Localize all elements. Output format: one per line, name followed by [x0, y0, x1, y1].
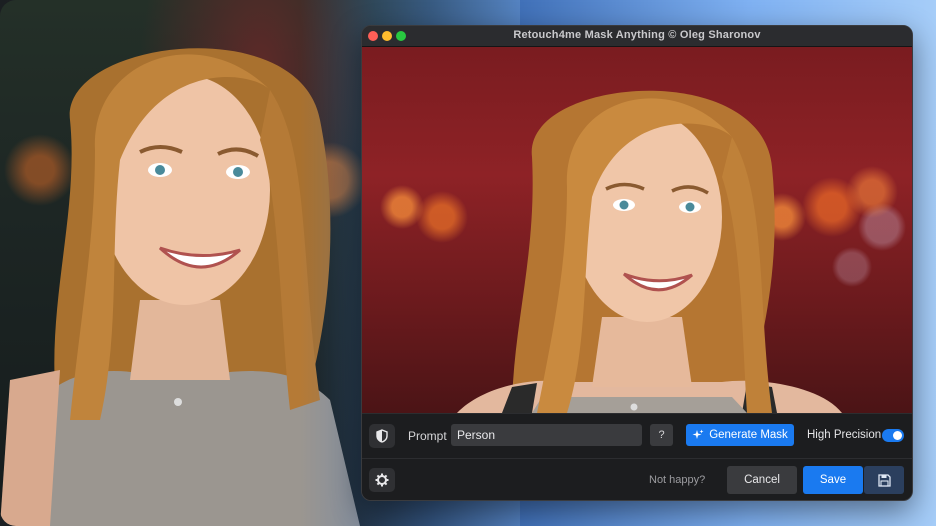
high-precision-toggle[interactable]	[882, 429, 904, 442]
prompt-bar: Prompt ? Generate Mask High Precision	[362, 413, 912, 458]
help-button[interactable]: ?	[650, 424, 673, 446]
prompt-label: Prompt	[408, 429, 447, 443]
high-precision-label: High Precision	[807, 429, 882, 441]
save-to-disk-button[interactable]	[864, 466, 904, 494]
bottom-bar: Not happy? Cancel Save	[362, 458, 912, 500]
floppy-disk-icon	[877, 473, 891, 487]
title-bar: Retouch4me Mask Anything © Oleg Sharonov	[362, 26, 912, 47]
prompt-input[interactable]	[451, 424, 642, 446]
save-button[interactable]: Save	[803, 466, 863, 494]
image-canvas[interactable]	[362, 47, 912, 413]
not-happy-link[interactable]: Not happy?	[649, 474, 705, 486]
generate-mask-label: Generate Mask	[709, 429, 788, 441]
toggle-knob	[893, 431, 902, 440]
portrait-photo	[457, 90, 842, 413]
generate-mask-button[interactable]: Generate Mask	[686, 424, 794, 446]
settings-button[interactable]	[369, 468, 395, 492]
app-window: Retouch4me Mask Anything © Oleg Sharonov	[361, 25, 913, 501]
sparkles-icon	[692, 429, 704, 439]
mask-mode-button[interactable]	[369, 424, 395, 448]
cancel-button[interactable]: Cancel	[727, 466, 797, 494]
window-title: Retouch4me Mask Anything © Oleg Sharonov	[513, 29, 761, 41]
gear-icon	[375, 473, 389, 487]
half-shield-icon	[376, 429, 388, 443]
